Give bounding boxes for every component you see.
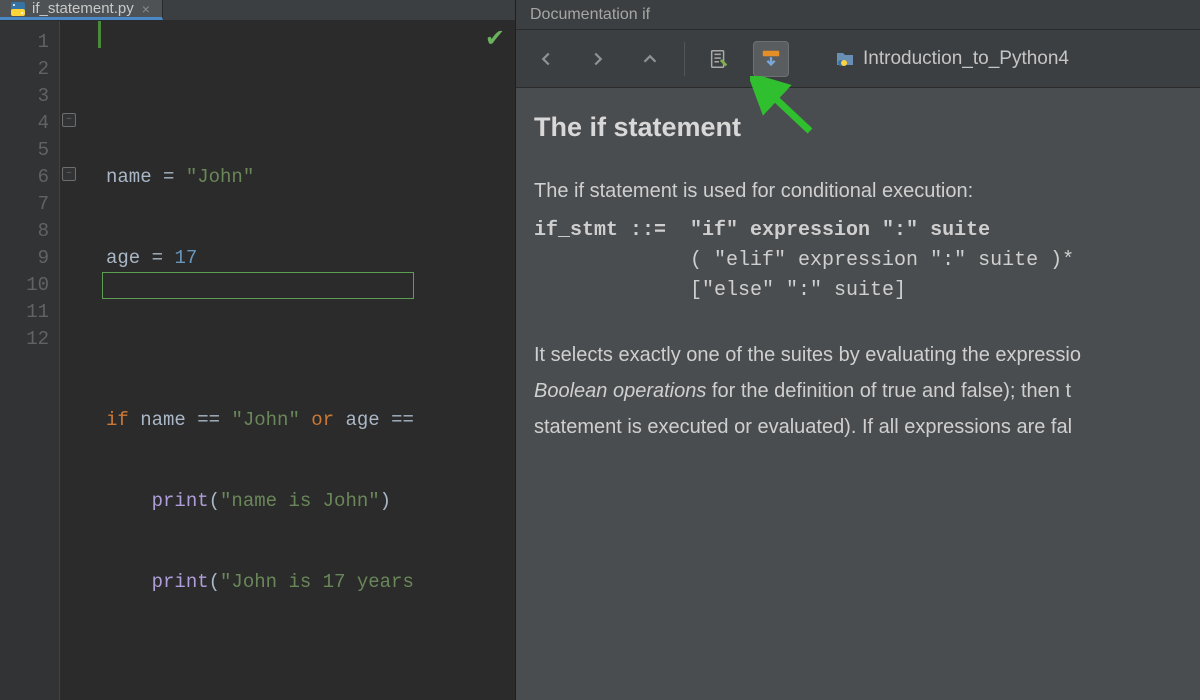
doc-paragraph: statement is executed or evaluated). If … — [534, 412, 1200, 442]
line-number: 5 — [0, 137, 49, 164]
editor-tab[interactable]: if_statement.py × — [0, 0, 163, 20]
documentation-content[interactable]: The if statement The if statement is use… — [516, 88, 1200, 700]
inspection-ok-icon: ✔ — [485, 27, 505, 54]
documentation-toolbar: Introduction_to_Python4 — [516, 30, 1200, 88]
auto-scroll-button[interactable] — [753, 41, 789, 77]
fold-toggle-icon[interactable]: – — [62, 113, 76, 127]
python-file-icon — [10, 1, 26, 17]
documentation-pane: Documentation if Introduction_to_Python4 — [516, 0, 1200, 700]
doc-paragraph: Boolean operations for the definition of… — [534, 376, 1200, 406]
line-number: 1 — [0, 29, 49, 56]
breadcrumb-label: Introduction_to_Python4 — [863, 48, 1069, 70]
edit-source-button[interactable] — [701, 41, 737, 77]
editor-tab-label: if_statement.py — [32, 0, 134, 17]
line-number: 10 — [0, 272, 49, 299]
nav-back-button[interactable] — [528, 41, 564, 77]
editor-pane: if_statement.py × 1 2 3 4 5 6 7 8 9 10 1… — [0, 0, 516, 700]
editor-tab-bar: if_statement.py × — [0, 0, 515, 21]
line-number: 2 — [0, 56, 49, 83]
doc-intro: The if statement is used for conditional… — [534, 176, 1200, 206]
documentation-panel-title: Documentation if — [516, 0, 1200, 30]
selection-highlight — [102, 272, 414, 299]
nav-forward-button[interactable] — [580, 41, 616, 77]
editor-body[interactable]: 1 2 3 4 5 6 7 8 9 10 11 12 – – ✔ name = … — [0, 21, 515, 700]
line-number: 4 — [0, 110, 49, 137]
line-number-gutter: 1 2 3 4 5 6 7 8 9 10 11 12 — [0, 21, 60, 700]
fold-toggle-icon[interactable]: – — [62, 167, 76, 181]
doc-paragraph: It selects exactly one of the suites by … — [534, 340, 1200, 370]
line-number: 12 — [0, 326, 49, 353]
project-folder-icon — [835, 49, 855, 69]
line-number: 6 — [0, 164, 49, 191]
doc-heading: The if statement — [534, 112, 1200, 142]
toolbar-separator — [684, 42, 685, 76]
nav-up-button[interactable] — [632, 41, 668, 77]
line-number: 9 — [0, 245, 49, 272]
line-number: 11 — [0, 299, 49, 326]
line-number: 8 — [0, 218, 49, 245]
line-number: 7 — [0, 191, 49, 218]
doc-grammar-block: if_stmt ::= "if" expression ":" suite ( … — [534, 216, 1200, 306]
line-number: 3 — [0, 83, 49, 110]
fold-strip: – – — [60, 21, 102, 700]
close-tab-icon[interactable]: × — [140, 1, 152, 17]
documentation-breadcrumb[interactable]: Introduction_to_Python4 — [835, 48, 1069, 70]
vcs-change-marker — [98, 21, 101, 48]
code-area[interactable]: ✔ name = "John" age = 17 if name == "Joh… — [102, 21, 515, 700]
